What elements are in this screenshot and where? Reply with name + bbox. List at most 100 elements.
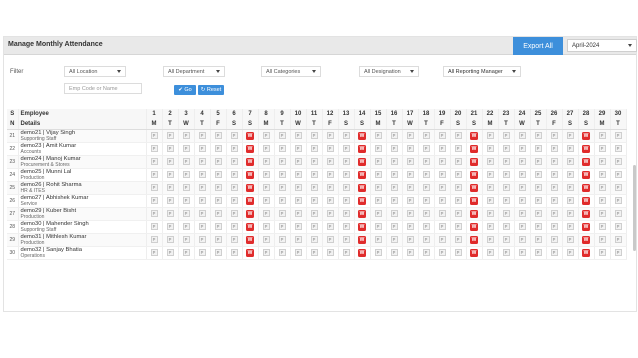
weekoff-badge[interactable]: W (246, 209, 254, 218)
present-badge[interactable]: P (502, 132, 510, 139)
present-badge[interactable]: P (230, 236, 238, 243)
weekoff-badge[interactable]: W (470, 183, 478, 192)
present-badge[interactable]: P (198, 171, 206, 178)
present-badge[interactable]: P (198, 184, 206, 191)
present-badge[interactable]: P (518, 184, 526, 191)
present-badge[interactable]: P (598, 236, 606, 243)
present-badge[interactable]: P (374, 223, 382, 230)
categories-dropdown[interactable]: All Categories (261, 66, 321, 77)
present-badge[interactable]: P (278, 158, 286, 165)
present-badge[interactable]: P (310, 236, 318, 243)
present-badge[interactable]: P (278, 249, 286, 256)
weekoff-badge[interactable]: W (582, 170, 590, 179)
present-badge[interactable]: P (198, 132, 206, 139)
present-badge[interactable]: P (166, 223, 174, 230)
present-badge[interactable]: P (166, 158, 174, 165)
present-badge[interactable]: P (550, 145, 558, 152)
weekoff-badge[interactable]: W (358, 183, 366, 192)
present-badge[interactable]: P (390, 210, 398, 217)
present-badge[interactable]: P (566, 210, 574, 217)
present-badge[interactable]: P (502, 197, 510, 204)
present-badge[interactable]: P (166, 249, 174, 256)
present-badge[interactable]: P (294, 171, 302, 178)
weekoff-badge[interactable]: W (246, 183, 254, 192)
weekoff-badge[interactable]: W (470, 248, 478, 257)
present-badge[interactable]: P (214, 184, 222, 191)
present-badge[interactable]: P (550, 184, 558, 191)
present-badge[interactable]: P (150, 249, 158, 256)
go-button[interactable]: ✔ Go (174, 85, 196, 95)
present-badge[interactable]: P (278, 210, 286, 217)
present-badge[interactable]: P (198, 249, 206, 256)
present-badge[interactable]: P (278, 184, 286, 191)
present-badge[interactable]: P (438, 210, 446, 217)
present-badge[interactable]: P (438, 236, 446, 243)
present-badge[interactable]: P (198, 197, 206, 204)
present-badge[interactable]: P (182, 210, 190, 217)
present-badge[interactable]: P (326, 171, 334, 178)
present-badge[interactable]: P (310, 210, 318, 217)
present-badge[interactable]: P (278, 171, 286, 178)
present-badge[interactable]: P (518, 249, 526, 256)
present-badge[interactable]: P (422, 210, 430, 217)
present-badge[interactable]: P (150, 223, 158, 230)
present-badge[interactable]: P (214, 223, 222, 230)
weekoff-badge[interactable]: W (582, 131, 590, 140)
present-badge[interactable]: P (518, 197, 526, 204)
present-badge[interactable]: P (150, 158, 158, 165)
present-badge[interactable]: P (614, 145, 622, 152)
present-badge[interactable]: P (454, 132, 462, 139)
present-badge[interactable]: P (182, 249, 190, 256)
weekoff-badge[interactable]: W (246, 157, 254, 166)
present-badge[interactable]: P (326, 197, 334, 204)
present-badge[interactable]: P (598, 184, 606, 191)
present-badge[interactable]: P (406, 236, 414, 243)
present-badge[interactable]: P (438, 249, 446, 256)
weekoff-badge[interactable]: W (246, 248, 254, 257)
present-badge[interactable]: P (598, 210, 606, 217)
present-badge[interactable]: P (310, 184, 318, 191)
present-badge[interactable]: P (182, 132, 190, 139)
present-badge[interactable]: P (150, 132, 158, 139)
present-badge[interactable]: P (438, 132, 446, 139)
present-badge[interactable]: P (326, 223, 334, 230)
weekoff-badge[interactable]: W (358, 144, 366, 153)
weekoff-badge[interactable]: W (246, 222, 254, 231)
present-badge[interactable]: P (502, 249, 510, 256)
month-select[interactable]: April-2024 (567, 39, 637, 52)
present-badge[interactable]: P (598, 249, 606, 256)
weekoff-badge[interactable]: W (358, 170, 366, 179)
present-badge[interactable]: P (278, 145, 286, 152)
present-badge[interactable]: P (374, 236, 382, 243)
weekoff-badge[interactable]: W (246, 131, 254, 140)
present-badge[interactable]: P (262, 249, 270, 256)
present-badge[interactable]: P (534, 197, 542, 204)
present-badge[interactable]: P (326, 132, 334, 139)
present-badge[interactable]: P (310, 223, 318, 230)
weekoff-badge[interactable]: W (470, 131, 478, 140)
present-badge[interactable]: P (214, 145, 222, 152)
weekoff-badge[interactable]: W (470, 235, 478, 244)
present-badge[interactable]: P (262, 210, 270, 217)
present-badge[interactable]: P (182, 145, 190, 152)
present-badge[interactable]: P (214, 132, 222, 139)
present-badge[interactable]: P (262, 223, 270, 230)
department-dropdown[interactable]: All Department (163, 66, 225, 77)
present-badge[interactable]: P (310, 171, 318, 178)
present-badge[interactable]: P (326, 145, 334, 152)
present-badge[interactable]: P (566, 249, 574, 256)
present-badge[interactable]: P (230, 171, 238, 178)
present-badge[interactable]: P (454, 249, 462, 256)
weekoff-badge[interactable]: W (246, 235, 254, 244)
present-badge[interactable]: P (150, 145, 158, 152)
present-badge[interactable]: P (310, 132, 318, 139)
present-badge[interactable]: P (182, 184, 190, 191)
present-badge[interactable]: P (486, 171, 494, 178)
present-badge[interactable]: P (598, 223, 606, 230)
present-badge[interactable]: P (374, 197, 382, 204)
present-badge[interactable]: P (166, 210, 174, 217)
present-badge[interactable]: P (342, 197, 350, 204)
present-badge[interactable]: P (182, 158, 190, 165)
present-badge[interactable]: P (294, 197, 302, 204)
present-badge[interactable]: P (550, 158, 558, 165)
